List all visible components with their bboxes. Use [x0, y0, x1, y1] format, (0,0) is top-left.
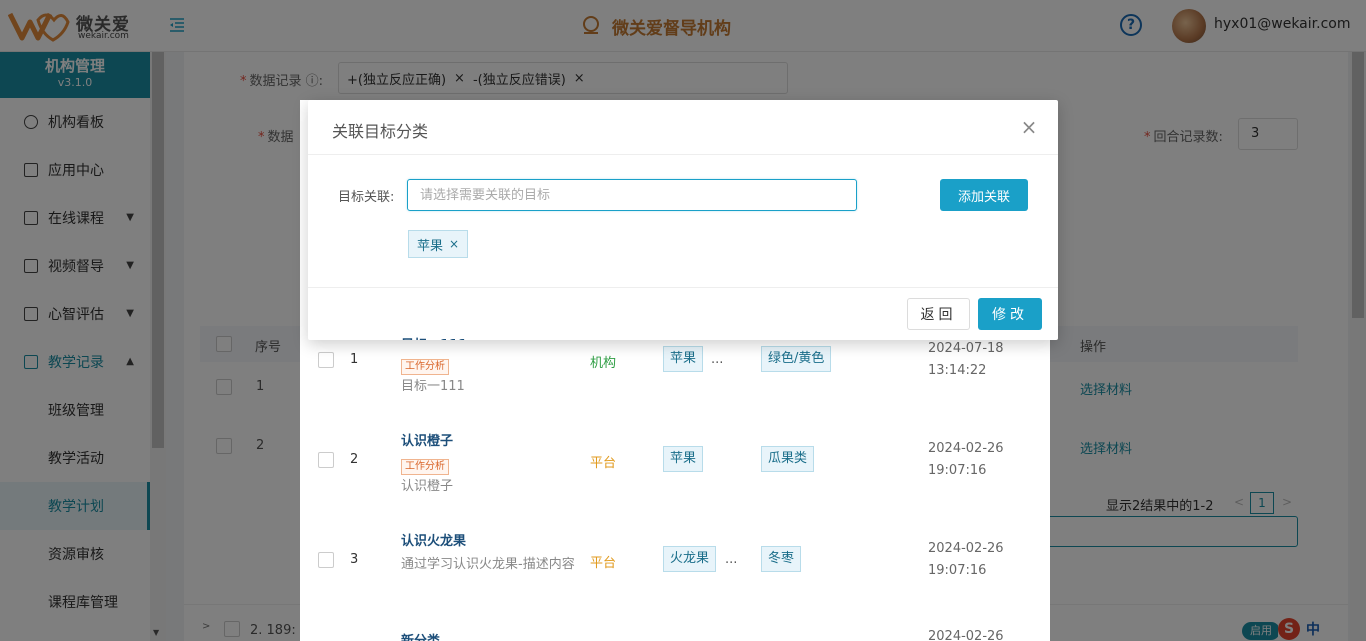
row-datetime: 2024-02-26 19:07:16: [928, 441, 1004, 478]
target-link-label: 目标关联:: [338, 190, 395, 205]
category-chip: 苹果: [663, 446, 704, 472]
row-title[interactable]: 新分类: [401, 630, 440, 641]
target-select-input[interactable]: [407, 179, 857, 211]
row-source: 平台: [590, 556, 617, 571]
modify-button[interactable]: 修改: [978, 298, 1042, 330]
row-index: 1: [350, 352, 359, 367]
row-source: 平台: [590, 456, 617, 471]
add-link-button[interactable]: 添加关联: [940, 179, 1028, 211]
row-datetime: 2024-07-18 13:14:22: [928, 341, 1004, 378]
close-icon[interactable]: ×: [1020, 117, 1038, 137]
row-source: 机构: [590, 356, 617, 371]
row-checkbox[interactable]: [318, 452, 334, 468]
row-index: 3: [350, 552, 359, 567]
close-icon[interactable]: ×: [449, 237, 459, 251]
modal-footer-divider: [308, 287, 1058, 288]
category-chip: 瓜果类: [761, 446, 815, 472]
type-tag: 工作分析: [401, 359, 449, 375]
row-desc: 目标一111: [401, 379, 465, 394]
more-indicator: ...: [711, 352, 724, 367]
category-chip: 火龙果: [663, 546, 717, 572]
row-datetime: 2024-02-26: [928, 629, 1004, 641]
selected-target-tag: 苹果 ×: [408, 230, 469, 258]
row-desc: 通过学习认识火龙果-描述内容: [401, 557, 575, 572]
row-datetime: 2024-02-26 19:07:16: [928, 541, 1004, 578]
more-indicator: ...: [725, 552, 738, 567]
modal-title: 关联目标分类: [332, 122, 429, 141]
row-desc: 认识橙子: [401, 479, 454, 494]
row-title[interactable]: 目标一111: [401, 334, 467, 340]
back-button[interactable]: 返回: [907, 298, 970, 330]
row-title[interactable]: 认识火龙果: [401, 530, 466, 549]
link-target-category-modal: 关联目标分类 × 目标关联: 添加关联 苹果 × 返回 修改: [308, 100, 1058, 340]
row-checkbox[interactable]: [318, 552, 334, 568]
category-chip: 冬枣: [761, 546, 802, 572]
category-chip: 苹果: [663, 346, 704, 372]
row-title[interactable]: 认识橙子: [401, 430, 453, 449]
selected-target-label: 苹果: [417, 238, 444, 254]
row-checkbox[interactable]: [318, 352, 334, 368]
modal-header-divider: [308, 154, 1058, 155]
row-index: 2: [350, 452, 359, 467]
category-chip: 绿色/黄色: [761, 346, 832, 372]
type-tag: 工作分析: [401, 459, 449, 475]
